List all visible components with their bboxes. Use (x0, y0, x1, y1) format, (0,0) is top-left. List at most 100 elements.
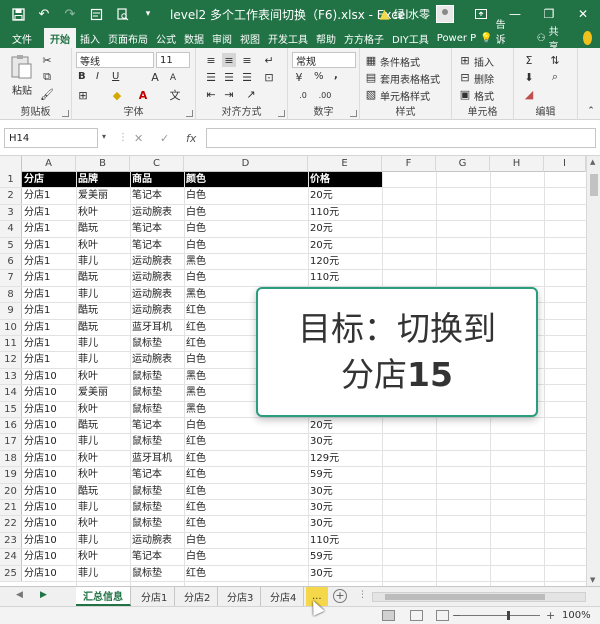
sort-filter-icon[interactable]: ⇅ (548, 53, 562, 67)
table-cell[interactable]: 分店10 (22, 385, 76, 400)
row-number[interactable]: 23 (0, 532, 22, 549)
format-cells-icon[interactable]: ▣ (458, 87, 472, 101)
print-preview-icon[interactable] (86, 4, 106, 24)
table-cell[interactable]: 菲儿 (76, 533, 130, 548)
column-header-e[interactable]: E (308, 156, 382, 172)
table-cell[interactable]: 菲儿 (76, 566, 130, 581)
tab-help[interactable]: 帮助 (312, 28, 340, 48)
header-cell[interactable]: 分店 (22, 172, 76, 188)
header-cell[interactable]: 品牌 (76, 172, 130, 188)
row-number[interactable]: 25 (0, 565, 22, 581)
sheet-tab-summary[interactable]: 汇总信息 (76, 587, 131, 606)
page-layout-view-icon[interactable] (410, 610, 423, 621)
paste-icon[interactable] (8, 54, 34, 80)
table-cell[interactable]: 110元 (308, 533, 382, 548)
fill-icon[interactable]: ⬇ (522, 70, 536, 84)
table-cell[interactable]: 分店10 (22, 434, 76, 449)
tab-diy-tools[interactable]: DIY工具 (388, 28, 433, 48)
table-cell[interactable]: 分店10 (22, 484, 76, 499)
column-header-d[interactable]: D (184, 156, 308, 172)
table-cell[interactable]: 分店10 (22, 369, 76, 384)
table-cell[interactable]: 白色 (184, 533, 308, 548)
add-sheet-button[interactable]: + (333, 589, 347, 603)
zoom-level[interactable]: 100% (562, 610, 591, 621)
insert-function-icon[interactable]: fx (186, 132, 196, 145)
font-color-icon[interactable]: A (136, 88, 150, 102)
confirm-icon[interactable]: ✓ (160, 132, 169, 145)
table-cell[interactable]: 20元 (308, 418, 382, 433)
avatar[interactable] (436, 5, 454, 23)
customize-toolbar-icon[interactable]: ▾ (138, 4, 158, 24)
tab-view[interactable]: 视图 (236, 28, 264, 48)
table-cell[interactable]: 菲儿 (76, 434, 130, 449)
table-cell[interactable]: 30元 (308, 516, 382, 531)
align-left-icon[interactable]: ☰ (204, 70, 218, 84)
row-number[interactable]: 6 (0, 254, 22, 270)
table-cell[interactable]: 分店1 (22, 336, 76, 351)
increase-indent-icon[interactable]: ⇥ (222, 87, 236, 101)
table-cell[interactable]: 黑色 (184, 254, 308, 269)
underline-button[interactable]: U (112, 71, 119, 82)
table-cell[interactable]: 红色 (184, 500, 308, 515)
zoom-slider-thumb[interactable] (507, 611, 510, 620)
vertical-scroll-thumb[interactable] (590, 174, 598, 196)
save-icon[interactable] (8, 4, 28, 24)
table-cell[interactable]: 酷玩 (76, 320, 130, 335)
normal-view-icon[interactable] (382, 610, 395, 621)
bold-button[interactable]: B (78, 71, 86, 82)
font-size-select[interactable]: 11 (156, 52, 190, 68)
warning-icon[interactable]: ▲ (380, 7, 390, 22)
table-cell[interactable]: 酷玩 (76, 270, 130, 285)
user-name[interactable]: 绿 水零 (394, 6, 431, 22)
table-cell[interactable]: 鼠标垫 (130, 484, 184, 499)
page-break-view-icon[interactable] (436, 610, 449, 621)
table-cell[interactable]: 分店10 (22, 566, 76, 581)
table-cell[interactable]: 白色 (184, 188, 308, 203)
table-cell[interactable]: 酷玩 (76, 418, 130, 433)
table-cell[interactable]: 运动腕表 (130, 254, 184, 269)
column-header-b[interactable]: B (76, 156, 130, 172)
italic-button[interactable]: I (96, 71, 99, 82)
close-button[interactable]: ✕ (566, 0, 600, 28)
phonetic-icon[interactable]: 文 (168, 88, 182, 102)
align-right-icon[interactable]: ☰ (240, 70, 254, 84)
tab-home[interactable]: 开始 (44, 28, 76, 48)
table-cell[interactable]: 30元 (308, 500, 382, 515)
table-cell[interactable]: 分店1 (22, 188, 76, 203)
cancel-icon[interactable]: ✕ (134, 132, 143, 145)
increase-font-icon[interactable]: A (148, 70, 162, 84)
table-cell[interactable]: 笔记本 (130, 221, 184, 236)
conditional-format-button[interactable]: 条件格式 (380, 54, 420, 69)
column-header-i[interactable]: I (544, 156, 586, 172)
table-cell[interactable]: 蓝牙耳机 (130, 451, 184, 466)
lightbulb-icon[interactable]: 💡 (480, 33, 492, 44)
tab-power-pivot[interactable]: Power P (433, 28, 480, 48)
horizontal-scrollbar[interactable] (372, 592, 586, 602)
table-cell[interactable]: 分店10 (22, 500, 76, 515)
row-number[interactable]: 3 (0, 204, 22, 221)
table-cell[interactable]: 红色 (184, 451, 308, 466)
font-launcher-icon[interactable] (186, 110, 193, 117)
format-cells-button[interactable]: 格式 (474, 88, 494, 103)
table-cell[interactable]: 20元 (308, 221, 382, 236)
increase-decimal-icon[interactable]: .0 (296, 88, 310, 102)
row-number[interactable]: 7 (0, 270, 22, 286)
table-cell[interactable]: 鼠标垫 (130, 369, 184, 384)
header-cell[interactable]: 商品 (130, 172, 184, 188)
sheet-tab-store2[interactable]: 分店2 (177, 587, 219, 606)
table-format-icon[interactable]: ▤ (364, 70, 378, 84)
cell-style-button[interactable]: 单元格样式 (380, 88, 430, 103)
row-number[interactable]: 19 (0, 467, 22, 483)
find-select-icon[interactable]: ⌕ (548, 70, 562, 84)
sheet-prev-icon[interactable]: ◀ (16, 590, 23, 600)
table-cell[interactable]: 运动腕表 (130, 303, 184, 318)
scroll-down-icon[interactable]: ▼ (590, 576, 595, 584)
decrease-decimal-icon[interactable]: .00 (318, 88, 332, 102)
table-cell[interactable]: 分店10 (22, 549, 76, 564)
table-cell[interactable]: 分店1 (22, 221, 76, 236)
header-cell[interactable]: 颜色 (184, 172, 308, 188)
table-cell[interactable]: 分店10 (22, 516, 76, 531)
table-cell[interactable]: 120元 (308, 254, 382, 269)
table-cell[interactable]: 红色 (184, 516, 308, 531)
tab-file[interactable]: 文件 (0, 28, 44, 48)
